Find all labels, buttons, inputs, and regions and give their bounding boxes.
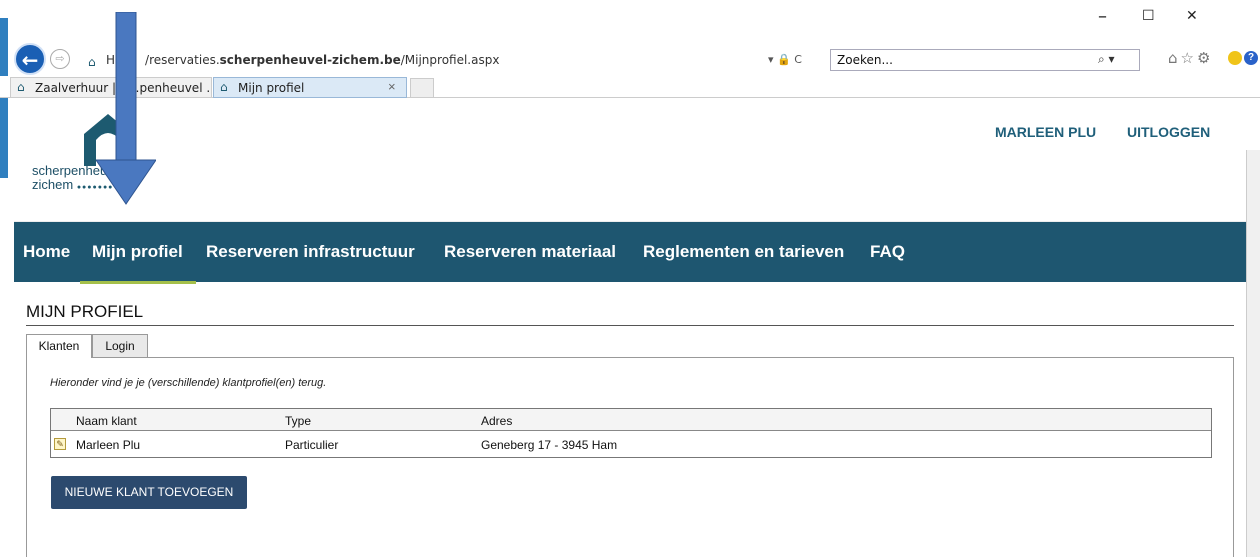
address-bar-icons[interactable]: ▾ 🔒 C [768,53,802,66]
url-suffix: /Mijnprofiel.aspx [400,53,500,67]
nav-reglementen-en-tarieven[interactable]: Reglementen en tarieven [643,242,844,262]
back-button[interactable]: ← [14,43,46,75]
search-icon[interactable]: ⌕ ▾ [1098,52,1115,67]
tab-klanten[interactable]: Klanten [26,334,92,358]
url-path: /reservaties. [145,53,220,67]
home-favorites-settings-icons[interactable]: ⌂☆⚙ [1168,49,1213,67]
new-tab-button[interactable] [410,78,434,98]
title-divider [26,325,1234,326]
nav-active-indicator [80,281,196,284]
minimize-button[interactable]: – [1098,6,1107,27]
nav-faq[interactable]: FAQ [870,242,905,262]
logo-line2: zichem [32,177,74,192]
page-title: MIJN PROFIEL [26,302,144,321]
user-profile-link[interactable]: MARLEEN PLU [995,124,1096,140]
column-header-type[interactable]: Type [285,414,311,428]
address-bar[interactable]: ⌂ H/reservaties.scherpenheuvel-zichem.be/… [84,50,824,70]
close-window-button[interactable]: ✕ [1186,8,1198,24]
close-tab-icon[interactable]: × [388,79,396,94]
nav-reserveren-infrastructuur[interactable]: Reserveren infrastructuur [206,242,415,262]
add-client-button[interactable]: NIEUWE KLANT TOEVOEGEN [51,476,247,509]
browser-tab-label: Mijn profiel [238,81,305,95]
column-header-naam[interactable]: Naam klant [76,414,137,428]
table-header [51,409,1211,431]
intro-text: Hieronder vind je je (verschillende) kla… [50,377,327,389]
column-header-adres[interactable]: Adres [481,414,512,428]
maximize-button[interactable]: ☐ [1142,8,1155,24]
desktop-edge-left [0,18,8,178]
cell-type: Particulier [285,438,339,452]
browser-tab-mijn-profiel[interactable]: ⌂ Mijn profiel [213,77,407,98]
forward-button[interactable]: ⇨ [50,49,70,69]
logout-link[interactable]: UITLOGGEN [1127,124,1210,140]
tab-login[interactable]: Login [92,334,148,357]
page-scrollbar[interactable] [1246,150,1260,557]
feedback-smiley-icon[interactable] [1228,51,1242,65]
site-favicon-icon: ⌂ [220,80,228,94]
nav-mijn-profiel[interactable]: Mijn profiel [92,242,183,262]
cell-naam: Marleen Plu [76,438,141,452]
edit-pencil-icon[interactable]: ✎ [54,438,66,450]
main-navbar [14,222,1246,282]
help-icon[interactable]: ? [1244,51,1258,65]
search-input[interactable]: Zoeken... [830,49,1140,71]
url-domain: scherpenheuvel-zichem.be [219,53,401,67]
site-favicon-icon: ⌂ [17,80,25,94]
forward-arrow-icon: ⇨ [55,52,65,65]
annotation-down-arrow-icon [96,12,156,205]
site-header [14,99,1246,222]
nav-home[interactable]: Home [23,242,70,262]
nav-reserveren-materiaal[interactable]: Reserveren materiaal [444,242,616,262]
cell-adres: Geneberg 17 - 3945 Ham [481,438,618,452]
back-arrow-icon: ← [21,48,39,72]
